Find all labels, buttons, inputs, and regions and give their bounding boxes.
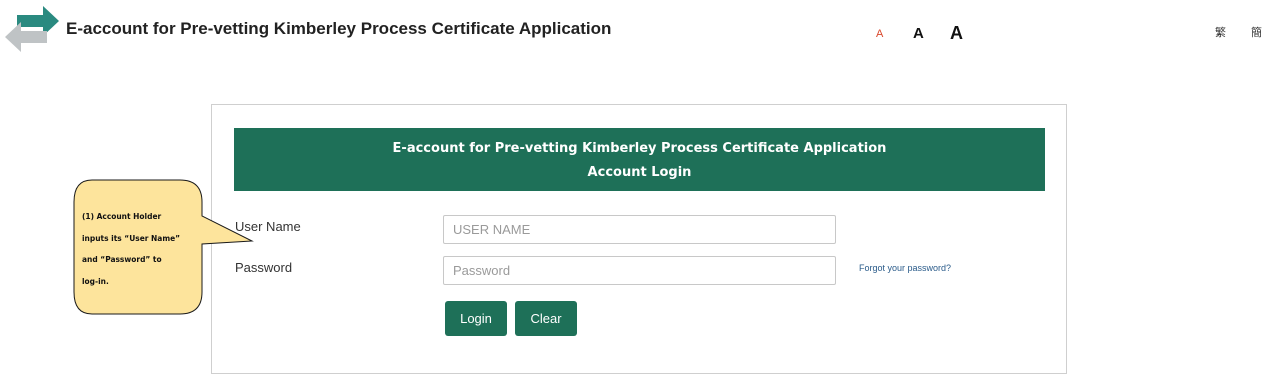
annotation-line: (1) Account Holder xyxy=(82,211,162,221)
clear-button[interactable]: Clear xyxy=(515,301,577,336)
annotation-text: (1) Account Holder inputs its “User Name… xyxy=(82,206,202,292)
page-title: E-account for Pre-vetting Kimberley Proc… xyxy=(66,19,612,38)
page: E-account for Pre-vetting Kimberley Proc… xyxy=(0,0,1268,382)
font-size-large-button[interactable]: A xyxy=(950,24,963,42)
username-input[interactable] xyxy=(443,215,836,244)
password-input[interactable] xyxy=(443,256,836,285)
simplified-chinese-link[interactable]: 簡 xyxy=(1251,24,1262,40)
logo-arrows-icon xyxy=(5,6,59,52)
login-button[interactable]: Login xyxy=(445,301,507,336)
font-size-small-button[interactable]: A xyxy=(876,29,883,40)
login-panel-subtitle: Account Login xyxy=(587,165,692,180)
annotation-line: and “Password” to xyxy=(82,254,162,264)
traditional-chinese-link[interactable]: 繁 xyxy=(1215,24,1226,40)
annotation-line: inputs its “User Name” xyxy=(82,232,181,243)
annotation-line: log-in. xyxy=(82,275,109,286)
login-panel-title: E-account for Pre-vetting Kimberley Proc… xyxy=(392,141,887,156)
forgot-password-link[interactable]: Forgot your password? xyxy=(859,263,951,273)
font-size-medium-button[interactable]: A xyxy=(913,26,924,41)
login-panel-header: E-account for Pre-vetting Kimberley Proc… xyxy=(234,128,1045,191)
